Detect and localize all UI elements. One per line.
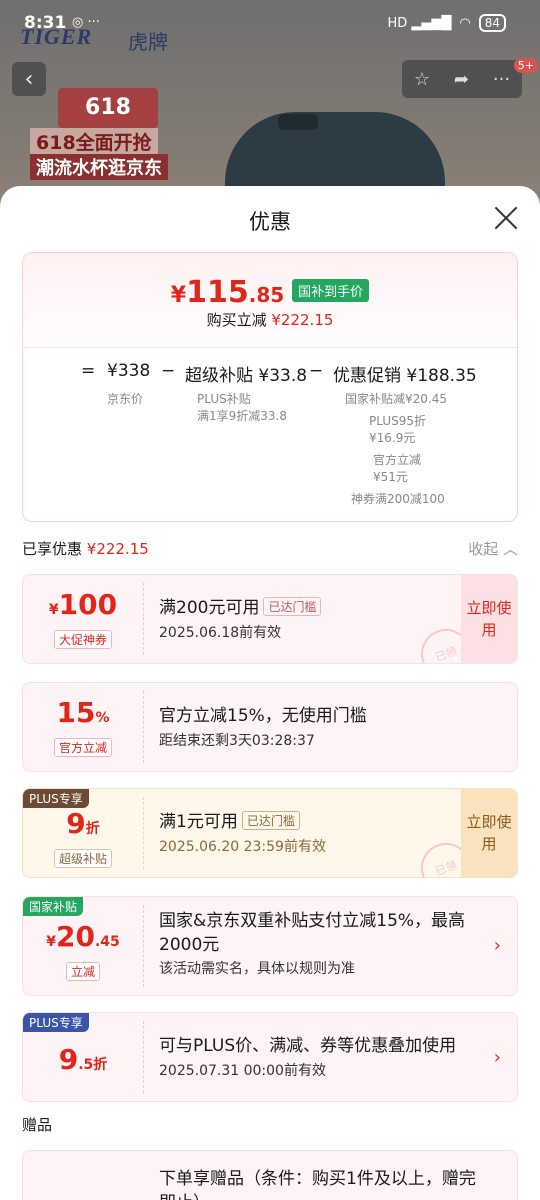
plus95-label: PLUS95折 bbox=[369, 414, 426, 428]
jd-price-label: 京东价 bbox=[107, 392, 144, 406]
coupon-card[interactable]: ¥100 大促神券 满200元可用 已达门槛 2025.06.18前有效 已领 立… bbox=[22, 574, 518, 664]
share-icon[interactable]: ➦ bbox=[454, 69, 469, 90]
reduce-row: 购买立减 ¥222.15 bbox=[206, 311, 334, 329]
promo-subline: 潮流水杯逛京东 bbox=[30, 154, 168, 180]
enjoyed-value: ¥222.15 bbox=[86, 540, 149, 558]
cart-badge: 5+ bbox=[513, 58, 538, 73]
coupon-value: 15% 官方立减 bbox=[23, 683, 143, 771]
status-bar: 8:31 ◎ ··· HD ▂▄▆█ ◠ 84 bbox=[0, 0, 540, 48]
coupon-tag: 超级补贴 bbox=[53, 849, 112, 868]
product-lid bbox=[278, 114, 318, 130]
reduce-value: ¥222.15 bbox=[271, 311, 334, 329]
gift-card[interactable]: 下单享赠品（条件：购买1件及以上，赠完即止） bbox=[22, 1150, 518, 1200]
coupon-tag: 立减 bbox=[65, 962, 100, 981]
notification-icons: ◎ ··· bbox=[72, 15, 100, 30]
coupon-value: ¥20.45 立减 bbox=[46, 920, 120, 981]
coupon-body: 国家&京东双重补贴支付立减15%，最高2000元 该活动需实名，具体以规则为准 bbox=[159, 911, 466, 977]
status-time: 8:31 bbox=[24, 13, 67, 33]
system-icons: HD ▂▄▆█ ◠ 84 bbox=[387, 14, 506, 32]
threshold-badge: 已达门槛 bbox=[263, 597, 322, 616]
collapse-button[interactable]: 收起 ︿ bbox=[468, 538, 518, 559]
price-tag: 国补到手价 bbox=[292, 279, 370, 302]
plus-subsidy-title: PLUS补贴 bbox=[197, 392, 251, 406]
final-price: ¥115.85 bbox=[170, 275, 285, 310]
price-summary-card: ¥115.85 国补到手价 购买立减 ¥222.15 = ¥338 − 超级补贴… bbox=[22, 252, 518, 522]
battery-icon: 84 bbox=[478, 14, 506, 32]
coupon-card[interactable]: PLUS专享 9.5折 可与PLUS价、满减、券等优惠叠加使用 2025.07.… bbox=[22, 1012, 518, 1102]
promo-total: 优惠促销 ¥188.35 bbox=[333, 366, 477, 386]
discount-sheet: 优惠 ¥115.85 国补到手价 购买立减 ¥222.15 = ¥338 − 超… bbox=[0, 186, 540, 1200]
chevron-right-icon[interactable]: › bbox=[494, 935, 501, 956]
coupon-body: 满1元可用 已达门槛 2025.06.20 23:59前有效 bbox=[159, 811, 326, 855]
signal-icon: HD ▂▄▆█ bbox=[387, 15, 452, 31]
top-action-bar: ☆ ➦ ··· bbox=[402, 60, 522, 98]
divider bbox=[23, 347, 517, 348]
coupon-body: 官方立减15%，无使用门槛 距结束还剩3天03:28:37 bbox=[159, 701, 497, 750]
star-icon[interactable]: ☆ bbox=[414, 69, 430, 90]
coupon-reduction: 神券满200减100 bbox=[351, 492, 445, 506]
back-button[interactable]: ‹ bbox=[12, 62, 46, 96]
plus95-value: ¥16.9元 bbox=[369, 431, 416, 445]
chevron-right-icon[interactable]: › bbox=[494, 1047, 501, 1068]
enjoyed-header: 已享优惠 ¥222.15 收起 ︿ bbox=[22, 538, 518, 559]
promo-618: 618 bbox=[58, 88, 158, 128]
coupon-body: 可与PLUS价、满减、券等优惠叠加使用 2025.07.31 00:00前有效 bbox=[159, 1036, 457, 1079]
coupon-tag: 大促神券 bbox=[53, 630, 112, 649]
coupon-tag: 官方立减 bbox=[53, 738, 112, 757]
coupon-value: 9折 超级补贴 bbox=[23, 789, 143, 877]
coupon-card[interactable]: PLUS专享 9折 超级补贴 满1元可用 已达门槛 2025.06.20 23:5… bbox=[22, 788, 518, 878]
coupon-value: ¥100 大促神券 bbox=[48, 588, 118, 649]
wifi-icon: ◠ bbox=[459, 15, 471, 31]
national-subsidy: 国家补贴减¥20.45 bbox=[345, 392, 447, 406]
final-price-row: ¥115.85 国补到手价 bbox=[23, 275, 517, 310]
countdown: 距结束还剩3天03:28:37 bbox=[159, 733, 315, 749]
use-now-button[interactable]: 立即使用 bbox=[461, 789, 517, 877]
coupon-value: 9.5折 bbox=[58, 1042, 108, 1076]
plus-subsidy-desc: 满1享9折减33.8 bbox=[197, 409, 287, 423]
threshold-badge: 已达门槛 bbox=[241, 811, 300, 830]
more-icon[interactable]: ··· bbox=[493, 69, 510, 90]
gift-text: 下单享赠品（条件：购买1件及以上，赠完即止） bbox=[159, 1169, 476, 1200]
use-now-button[interactable]: 立即使用 bbox=[461, 575, 517, 663]
official-value: ¥51元 bbox=[373, 470, 408, 484]
coupon-card[interactable]: 国家补贴 ¥20.45 立减 国家&京东双重补贴支付立减15%，最高2000元 … bbox=[22, 896, 518, 996]
close-icon[interactable] bbox=[492, 204, 520, 232]
gift-section-title: 赠品 bbox=[22, 1116, 53, 1134]
coupon-body: 满200元可用 已达门槛 2025.06.18前有效 bbox=[159, 593, 457, 642]
super-subsidy: 超级补贴 ¥33.8 bbox=[185, 366, 308, 386]
official-label: 官方立减 bbox=[373, 453, 422, 467]
sheet-title: 优惠 bbox=[249, 210, 291, 234]
promo-headline: 618全面开抢 bbox=[30, 128, 158, 155]
jd-price: ¥338 bbox=[107, 361, 151, 381]
coupon-card[interactable]: 15% 官方立减 官方立减15%，无使用门槛 距结束还剩3天03:28:37 bbox=[22, 682, 518, 772]
chevron-left-icon: ‹ bbox=[24, 66, 34, 92]
